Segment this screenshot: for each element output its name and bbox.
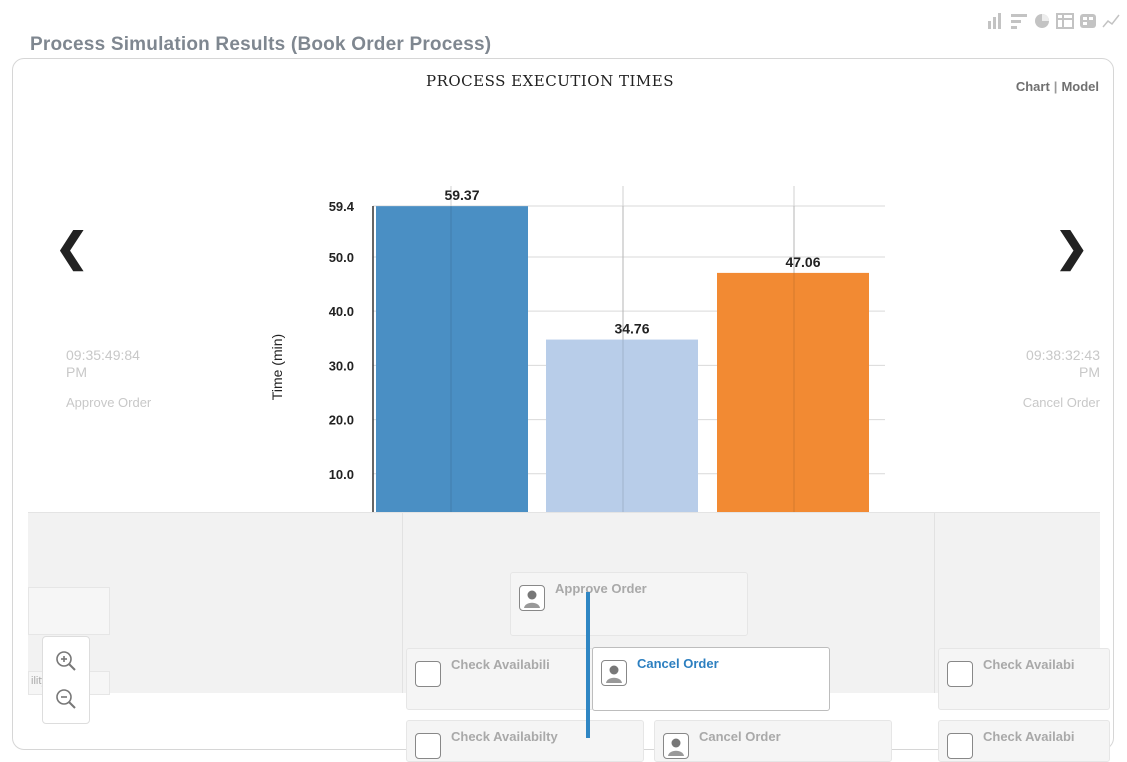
- zoom-in-icon[interactable]: [52, 647, 80, 675]
- user-task-icon: [519, 585, 545, 611]
- lane-divider: [402, 513, 403, 693]
- process-node[interactable]: Check Availabili: [406, 648, 594, 710]
- y-tick-label: 40.0: [329, 304, 354, 319]
- bar: [546, 339, 698, 528]
- process-node-label: Cancel Order: [637, 656, 719, 671]
- task-icon: [947, 661, 973, 687]
- process-node[interactable]: Check Availabi: [938, 648, 1110, 710]
- process-node-label: Check Availabilty: [451, 729, 558, 744]
- process-node-label: Check Availabili: [451, 657, 550, 672]
- task-icon: [947, 733, 973, 759]
- zoom-controls: [42, 636, 90, 724]
- process-node[interactable]: Cancel Order: [592, 647, 830, 711]
- timeline-marker[interactable]: [586, 592, 590, 738]
- process-node[interactable]: Cancel Order: [654, 720, 892, 762]
- execution-times-chart: 0.010.020.030.040.050.059.459.3734.7647.…: [269, 186, 885, 567]
- y-tick-label: 10.0: [329, 467, 354, 482]
- task-icon: [415, 661, 441, 687]
- data-label: 34.76: [614, 321, 649, 337]
- y-tick-label: 50.0: [329, 250, 354, 265]
- y-tick-label: 59.4: [329, 199, 355, 214]
- bar: [717, 272, 869, 528]
- process-node-label: Cancel Order: [699, 729, 781, 744]
- process-node[interactable]: Check Availabi: [938, 720, 1110, 762]
- lane-divider: [934, 513, 935, 693]
- user-task-icon: [663, 733, 689, 759]
- data-label: 47.06: [785, 254, 820, 270]
- process-node-label: Check Availabi: [983, 657, 1075, 672]
- data-label: 59.37: [444, 187, 479, 203]
- y-tick-label: 30.0: [329, 358, 354, 373]
- user-task-icon: [601, 660, 627, 686]
- left-edge-node[interactable]: [28, 587, 110, 635]
- process-node-label: Approve Order: [555, 581, 647, 596]
- process-node[interactable]: Approve Order: [510, 572, 748, 636]
- y-tick-label: 20.0: [329, 413, 354, 428]
- process-node-label: Check Availabi: [983, 729, 1075, 744]
- task-icon: [415, 733, 441, 759]
- process-node[interactable]: Check Availabilty: [406, 720, 644, 762]
- bar: [376, 206, 528, 528]
- zoom-out-icon[interactable]: [52, 685, 80, 713]
- y-axis-label: Time (min): [269, 334, 285, 400]
